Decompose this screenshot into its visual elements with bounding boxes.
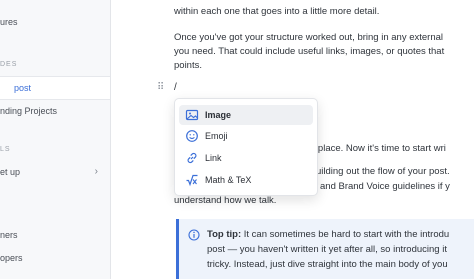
callout-body: Top tip: It can sometimes be hard to sta…: [207, 227, 449, 272]
sidebar-item-features[interactable]: ures: [0, 17, 18, 27]
image-icon: [185, 109, 199, 121]
sidebar-item-branding-projects[interactable]: nding Projects: [0, 106, 57, 116]
insert-menu: Image Emoji Link Math & TeX: [174, 98, 318, 196]
paragraph-line: you need. That could include useful link…: [174, 46, 445, 57]
paragraph-line: within each one that goes into a little …: [174, 6, 380, 17]
drag-handle-icon[interactable]: ⠿: [157, 82, 164, 93]
sidebar-item-developers[interactable]: opers: [0, 253, 23, 263]
paragraph-line: n place. Now it's time to start wri: [310, 143, 446, 154]
menu-item-label: Link: [205, 153, 222, 163]
menu-item-label: Emoji: [205, 131, 228, 141]
link-icon: [187, 152, 197, 164]
sidebar-item-setup[interactable]: et up: [0, 167, 20, 177]
chevron-right-icon[interactable]: ›: [95, 166, 98, 177]
tip-callout: Top tip: It can sometimes be hard to sta…: [176, 219, 474, 279]
paragraph-line: and Brand Voice guidelines if y: [320, 181, 450, 192]
info-icon: [188, 229, 200, 241]
callout-line-text: It can sometimes be hard to start with t…: [241, 229, 450, 240]
sidebar-item-partners[interactable]: ners: [0, 230, 18, 240]
math-icon: [186, 174, 198, 187]
menu-item-image[interactable]: Image: [179, 105, 313, 125]
menu-item-label: Math & TeX: [205, 175, 252, 185]
menu-item-math[interactable]: Math & TeX: [179, 170, 313, 190]
paragraph-line: Once you've got your structure worked ou…: [174, 32, 444, 43]
sidebar-item-post-label: post: [14, 83, 32, 93]
slash-command-text[interactable]: /: [174, 82, 177, 93]
sidebar: ures DES post nding Projects LS et up › …: [0, 0, 111, 279]
menu-item-label: Image: [205, 110, 232, 120]
menu-item-emoji[interactable]: Emoji: [179, 126, 313, 146]
sidebar-section-guides: DES: [0, 61, 18, 68]
paragraph-line: uilding out the flow of your post.: [316, 166, 450, 177]
callout-line: post — you haven't written it yet after …: [207, 244, 447, 255]
callout-label: Top tip:: [207, 229, 242, 240]
callout-line: tricky. Instead, just dive straight into…: [207, 259, 448, 270]
callout-line: Top tip: It can sometimes be hard to sta…: [207, 227, 449, 242]
menu-item-link[interactable]: Link: [179, 148, 313, 168]
emoji-icon: [186, 130, 198, 142]
paragraph-line: points.: [174, 60, 202, 71]
sidebar-section-tools: LS: [0, 146, 11, 153]
sidebar-item-post[interactable]: post: [0, 76, 110, 100]
